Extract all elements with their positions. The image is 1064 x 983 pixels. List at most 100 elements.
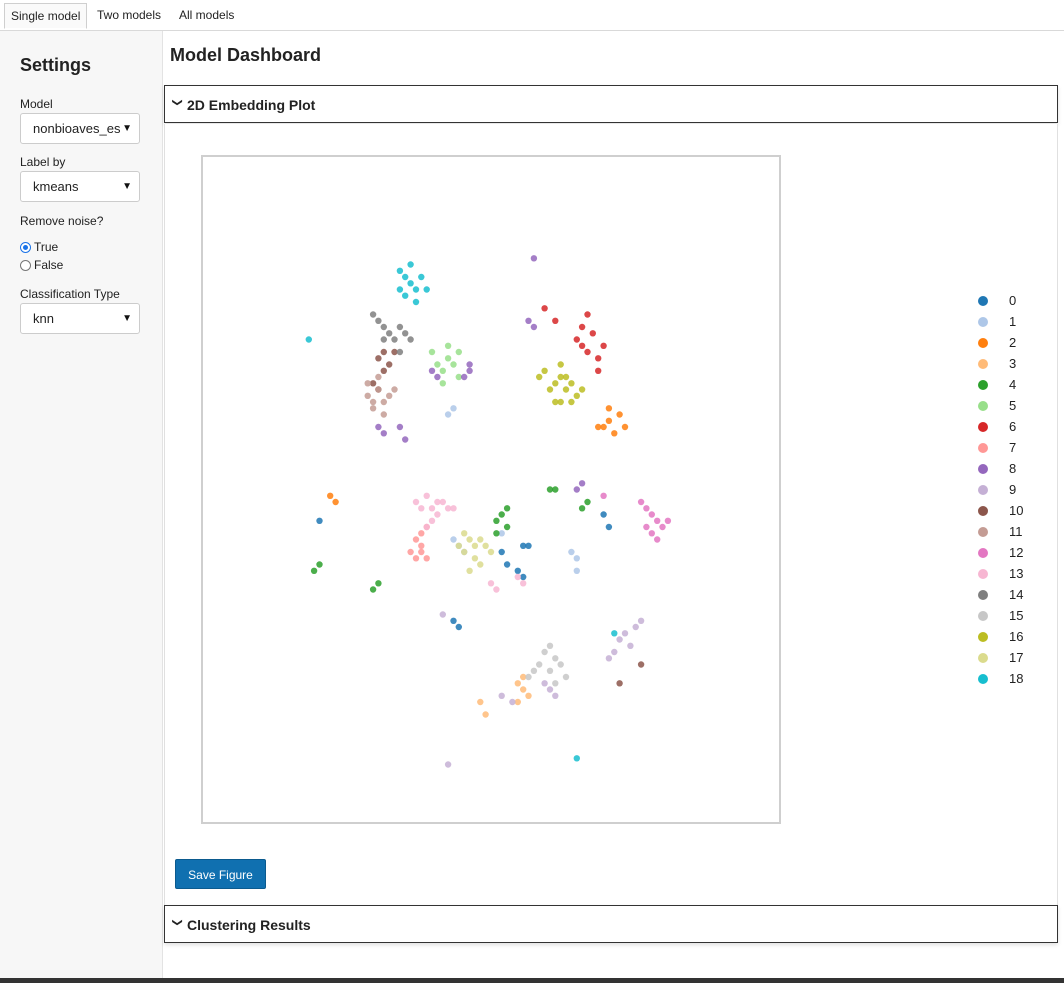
legend-swatch [978,548,988,558]
scatter-point-cluster-12 [637,498,645,506]
legend-item-17[interactable]: 17 [978,650,1023,666]
scatter-point-cluster-2 [327,492,334,499]
label-by-label: Label by [20,155,66,169]
remove-noise-true-radio[interactable]: True [20,239,58,255]
scatter-point-cluster-12 [643,523,650,531]
legend-item-6[interactable]: 6 [978,419,1016,435]
scatter-point-cluster-11 [369,398,377,406]
scatter-point-cluster-8 [530,323,538,331]
scatter-point-cluster-14 [402,330,409,337]
scatter-point-cluster-5 [455,348,462,356]
legend-item-13[interactable]: 13 [978,566,1023,582]
legend-item-1[interactable]: 1 [978,314,1016,330]
legend-item-8[interactable]: 8 [978,461,1016,477]
scatter-point-cluster-9 [611,648,618,656]
legend-swatch [978,485,988,495]
remove-noise-false-radio[interactable]: False [20,257,63,273]
legend-item-2[interactable]: 2 [978,335,1016,351]
legend-item-10[interactable]: 10 [978,503,1023,519]
scatter-point-cluster-6 [600,342,607,349]
settings-title: Settings [20,55,92,75]
scatter-point-cluster-17 [487,548,495,556]
scatter-point-cluster-9 [546,686,554,693]
scatter-point-cluster-13 [450,505,457,512]
classification-type-select[interactable]: knn ▼ [20,303,140,334]
scatter-point-cluster-16 [552,380,559,387]
classification-type-label: Classification Type [20,287,120,301]
legend-item-12[interactable]: 12 [978,545,1023,561]
scatter-point-cluster-13 [487,580,495,587]
scatter-point-cluster-7 [418,530,425,537]
scatter-point-cluster-17 [482,542,489,549]
scatter-point-cluster-9 [444,761,452,768]
tab-single-model[interactable]: Single model [4,3,88,29]
scatter-point-cluster-5 [428,348,436,356]
scatter-point-cluster-0 [498,548,505,556]
scatter-point-cluster-17 [471,542,479,549]
legend-item-16[interactable]: 16 [978,629,1023,645]
scatter-point-cluster-7 [418,548,425,556]
scatter-point-cluster-16 [541,367,548,374]
scatter-point-cluster-18 [412,298,420,306]
scatter-point-cluster-8 [578,480,586,487]
scatter-point-cluster-9 [637,617,645,624]
embedding-scatter-plot [305,255,672,768]
legend-item-9[interactable]: 9 [978,482,1016,498]
legend-swatch [978,653,988,663]
legend-item-7[interactable]: 7 [978,440,1016,456]
scatter-point-cluster-15 [541,648,548,656]
scatter-point-cluster-5 [444,342,452,349]
scatter-point-cluster-8 [525,317,532,324]
tab-two-models[interactable]: Two models [91,3,167,27]
scatter-point-cluster-10 [616,680,623,687]
scatter-point-cluster-15 [536,661,543,668]
legend-label: 1 [1009,314,1017,329]
legend-swatch [978,443,988,453]
model-select[interactable]: nonbioaves_es ▼ [20,113,140,144]
scatter-point-cluster-11 [375,373,382,381]
legend-label: 14 [1009,587,1024,602]
scatter-point-cluster-13 [434,511,441,518]
scatter-point-cluster-12 [664,517,672,524]
scatter-point-cluster-8 [375,423,382,431]
scatter-point-cluster-12 [648,530,655,537]
scatter-point-cluster-5 [450,361,457,368]
scatter-point-cluster-6 [552,317,559,324]
legend-swatch [978,569,988,579]
scatter-point-cluster-14 [396,348,404,356]
embedding-plot-frame [201,155,781,824]
scatter-point-cluster-4 [375,580,382,587]
scatter-point-cluster-1 [573,567,580,574]
save-figure-button[interactable]: Save Figure [175,859,266,889]
scatter-point-cluster-8 [466,361,473,368]
clustering-results-panel-header[interactable]: ❯ Clustering Results [164,905,1058,943]
embedding-plot-panel-header[interactable]: ❯ 2D Embedding Plot [164,85,1058,123]
scatter-point-cluster-7 [418,542,425,549]
label-by-select[interactable]: kmeans ▼ [20,171,140,202]
scatter-point-cluster-17 [455,542,462,549]
legend-item-5[interactable]: 5 [978,398,1016,414]
scatter-point-cluster-2 [605,417,613,424]
legend-label: 18 [1009,671,1024,686]
legend-label: 10 [1009,503,1024,518]
legend-item-3[interactable]: 3 [978,356,1016,372]
scatter-point-cluster-6 [578,323,586,331]
scatter-point-cluster-9 [439,611,446,618]
legend-item-15[interactable]: 15 [978,608,1023,624]
legend-item-4[interactable]: 4 [978,377,1016,393]
scatter-point-cluster-4 [503,523,511,531]
scatter-point-cluster-8 [428,367,436,374]
legend-item-11[interactable]: 11 [978,524,1023,540]
tab-all-models[interactable]: All models [173,3,240,27]
scatter-point-cluster-0 [600,511,607,518]
scatter-point-cluster-8 [434,373,441,381]
scatter-point-cluster-15 [552,655,559,662]
chevron-down-icon: ❯ [171,918,183,927]
scatter-point-cluster-13 [418,505,425,512]
legend-item-14[interactable]: 14 [978,587,1023,603]
legend-swatch [978,590,988,600]
scatter-point-cluster-9 [621,630,629,637]
legend-item-18[interactable]: 18 [978,671,1023,687]
legend-item-0[interactable]: 0 [978,293,1016,309]
scatter-point-cluster-1 [450,536,457,543]
